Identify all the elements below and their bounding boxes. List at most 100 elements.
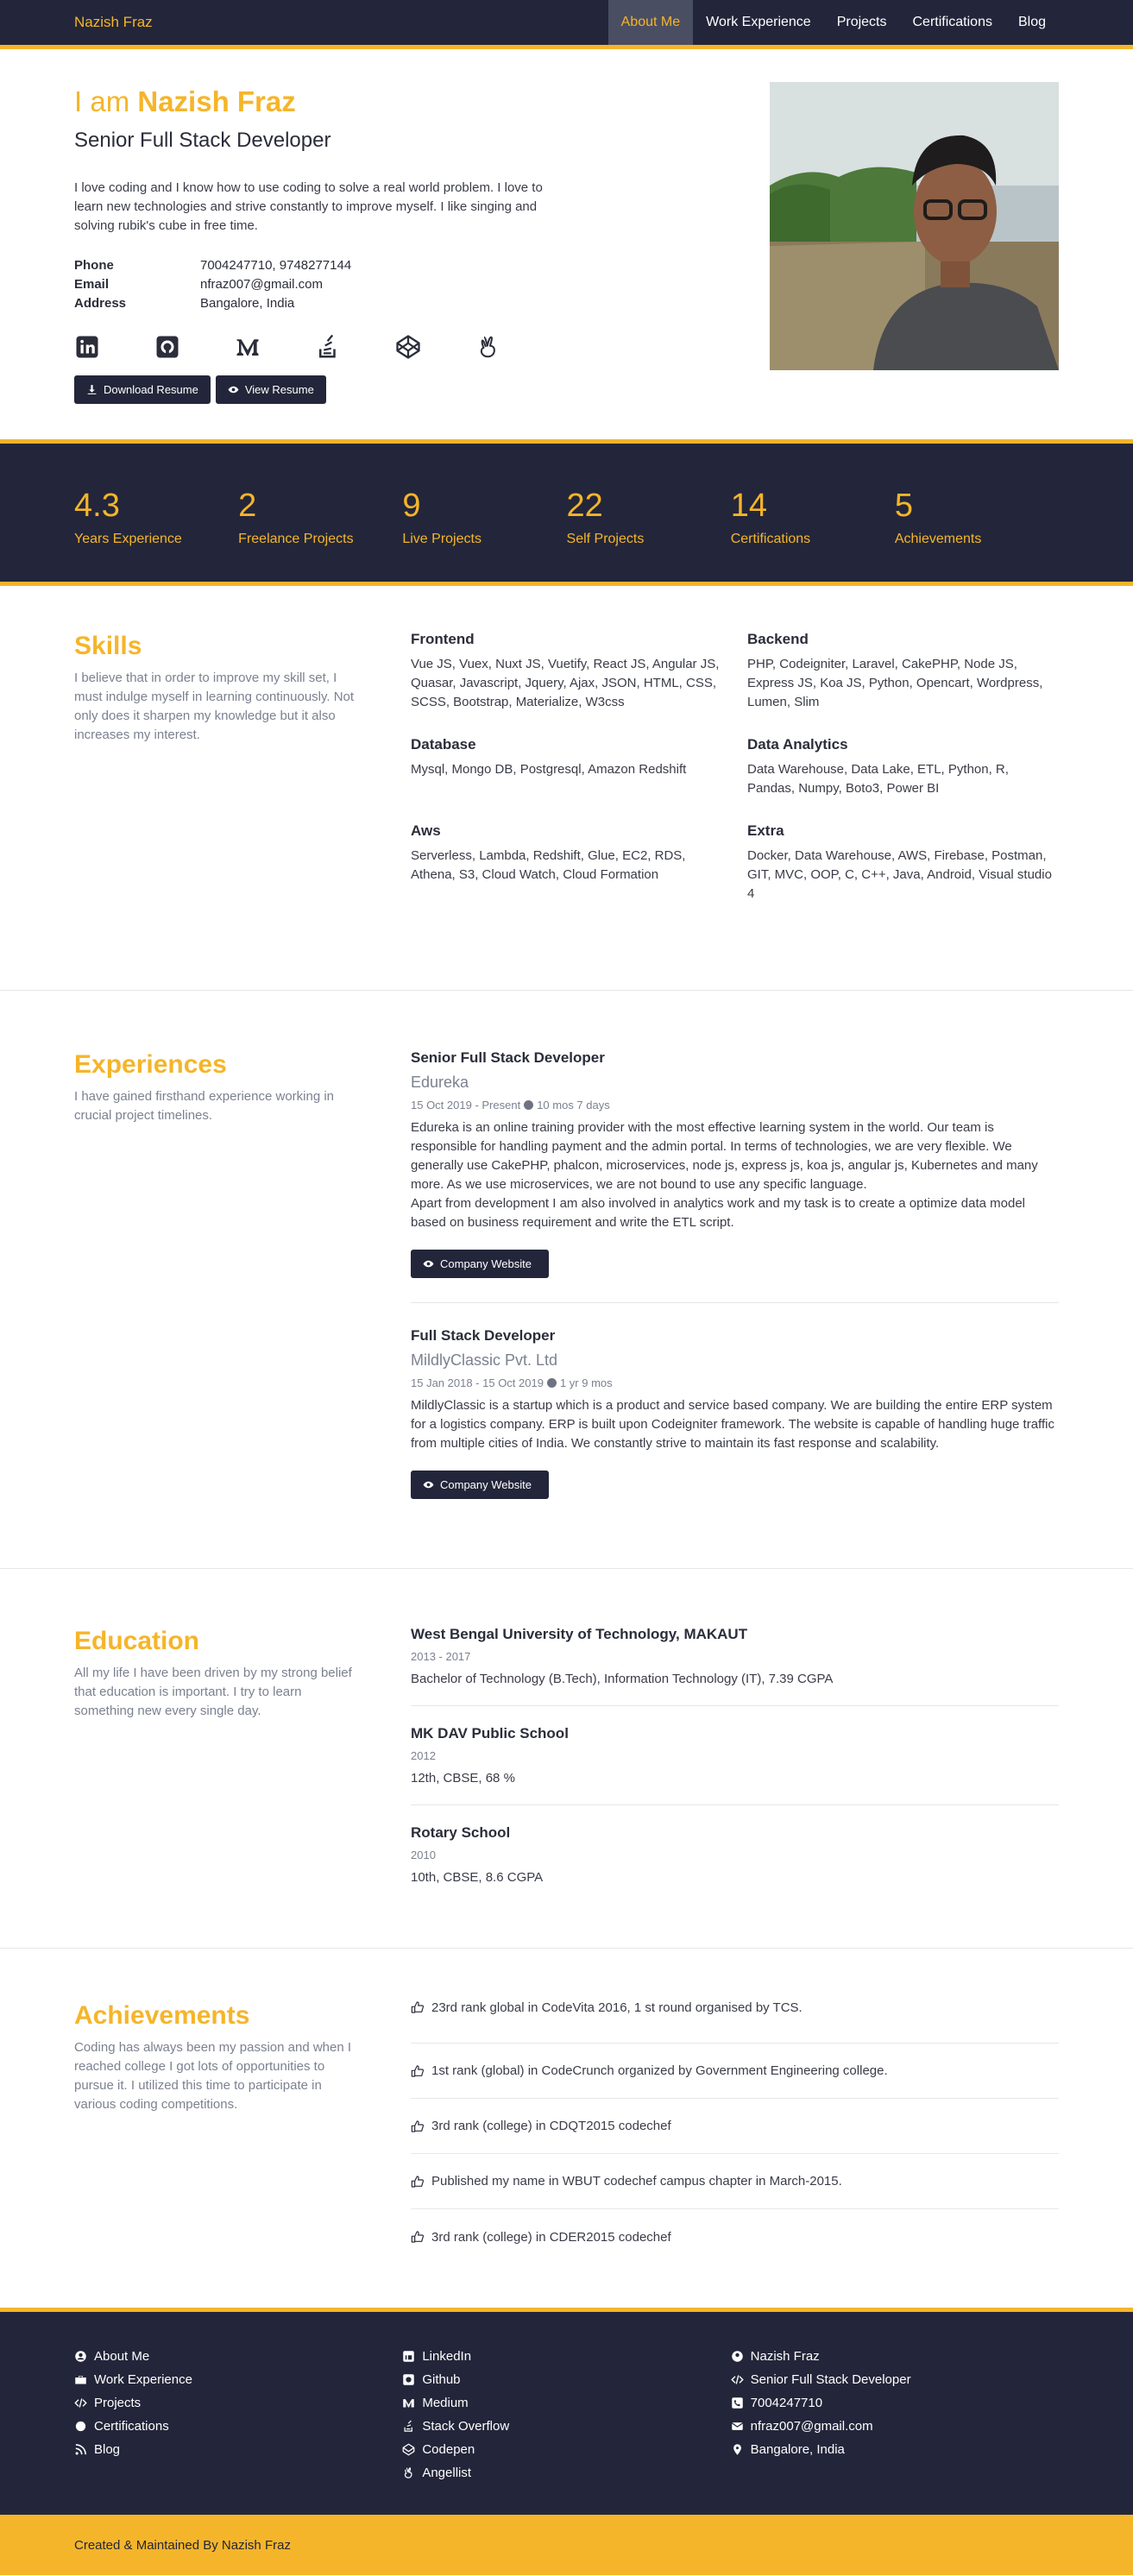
- school-name: West Bengal University of Technology, MA…: [411, 1626, 748, 1642]
- skills-section: Skills I believe that in order to improv…: [0, 586, 1133, 991]
- section-title: Skills: [74, 632, 142, 660]
- address-label: Address: [74, 296, 127, 311]
- footer-link-certifications[interactable]: Certifications: [74, 2415, 402, 2438]
- stat-label: Self Projects: [566, 532, 645, 546]
- achievement-item: Published my name in WBUT codechef campu…: [411, 2154, 1059, 2209]
- skill-list: Mysql, Mongo DB, Postgresql, Amazon Reds…: [411, 762, 687, 777]
- experience-description: Edureka is an online training provider w…: [411, 1120, 1038, 1192]
- stat-freelance: 2 Freelance Projects: [238, 487, 402, 547]
- education-degree: 10th, CBSE, 8.6 CGPA: [411, 1870, 544, 1885]
- stat-certifications: 14 Certifications: [731, 487, 895, 547]
- stat-label: Years Experience: [74, 532, 182, 546]
- education-item: MK DAV Public School 2012 12th, CBSE, 68 %: [411, 1725, 1059, 1805]
- hero-section: I am Nazish Fraz Senior Full Stack Devel…: [0, 49, 1133, 439]
- angellist-icon[interactable]: [475, 334, 501, 360]
- footer-text: 7004247710: [750, 2396, 823, 2410]
- footer-link-about[interactable]: About Me: [74, 2345, 402, 2368]
- achievement-text: 1st rank (global) in CodeCrunch organize…: [431, 2063, 888, 2078]
- nav-work-experience[interactable]: Work Experience: [693, 0, 824, 45]
- footer-link-projects[interactable]: Projects: [74, 2391, 402, 2415]
- linkedin-icon[interactable]: [74, 334, 100, 360]
- footer-title: Senior Full Stack Developer: [730, 2368, 1059, 2391]
- hand-pointing-icon: [411, 2175, 425, 2188]
- stackoverflow-icon[interactable]: [315, 334, 341, 360]
- briefcase-icon: [75, 2376, 86, 2384]
- footer-email[interactable]: nfraz007@gmail.com: [731, 2415, 1059, 2438]
- education-item: Rotary School 2010 10th, CBSE, 8.6 CGPA: [411, 1824, 1059, 1904]
- github-icon[interactable]: [154, 334, 180, 360]
- footer-phone[interactable]: 7004247710: [731, 2391, 1059, 2415]
- footer-text: Nazish Fraz: [750, 2349, 820, 2364]
- footer-link-work[interactable]: Work Experience: [74, 2368, 402, 2391]
- footer-link-label: Blog: [94, 2442, 121, 2457]
- skill-list: Data Warehouse, Data Lake, ETL, Python, …: [747, 762, 1009, 796]
- stat-experience: 4.3 Years Experience: [74, 487, 238, 547]
- section-description: I have gained firsthand experience worki…: [74, 1089, 335, 1123]
- phone-label: Phone: [74, 258, 114, 273]
- footer-name: Nazish Fraz: [731, 2345, 1059, 2368]
- footer-link-github[interactable]: Github: [402, 2368, 730, 2391]
- nav-blog[interactable]: Blog: [1005, 0, 1059, 45]
- footer-address: Bangalore, India: [731, 2438, 1059, 2461]
- section-title: Experiences: [74, 1050, 227, 1079]
- stat-number: 4.3: [74, 488, 120, 524]
- footer-link-label: Certifications: [94, 2419, 169, 2434]
- footer-link-linkedin[interactable]: LinkedIn: [402, 2345, 730, 2368]
- education-item: West Bengal University of Technology, MA…: [411, 1626, 1059, 1706]
- experience-description-extra: Apart from development I am also involve…: [411, 1196, 1025, 1230]
- dot-icon: [524, 1100, 534, 1110]
- section-description: I believe that in order to improve my sk…: [74, 671, 355, 742]
- download-label: Download Resume: [104, 383, 198, 396]
- codepen-icon[interactable]: [395, 334, 421, 360]
- experience-duration: 1 yr 9 mos: [559, 1376, 613, 1389]
- experience-item: Full Stack Developer MildlyClassic Pvt. …: [411, 1327, 1059, 1523]
- navbar: Nazish Fraz About Me Work Experience Pro…: [0, 0, 1133, 49]
- footer-link-label: Stack Overflow: [422, 2419, 510, 2434]
- stat-live-projects: 9 Live Projects: [402, 487, 566, 547]
- footer-link-medium[interactable]: Medium: [402, 2391, 730, 2415]
- footer-text: Bangalore, India: [750, 2442, 845, 2457]
- nav-projects[interactable]: Projects: [824, 0, 900, 45]
- hand-pointing-icon: [411, 2119, 425, 2132]
- company-website-button[interactable]: Company Website: [411, 1471, 549, 1499]
- stat-label: Certifications: [730, 532, 811, 546]
- skill-name: Frontend: [411, 631, 475, 647]
- footer: About Me Work Experience Projects Certif…: [0, 2308, 1133, 2515]
- footer-link-blog[interactable]: Blog: [74, 2438, 402, 2461]
- skill-list: Serverless, Lambda, Redshift, Glue, EC2,…: [411, 848, 686, 882]
- phone-icon: [731, 2397, 743, 2409]
- credit-text: Created & Maintained By Nazish Fraz: [74, 2537, 291, 2553]
- education-section: Education All my life I have been driven…: [0, 1569, 1133, 1949]
- certificate-icon: [75, 2421, 86, 2432]
- experiences-section: Experiences I have gained firsthand expe…: [0, 991, 1133, 1569]
- footer-link-angellist[interactable]: Angellist: [402, 2461, 730, 2485]
- footer-nav-column: About Me Work Experience Projects Certif…: [74, 2345, 402, 2485]
- footer-link-label: Medium: [422, 2396, 469, 2410]
- experience-dates: 15 Jan 2018 - 15 Oct 2019 1 yr 9 mos: [411, 1376, 1059, 1389]
- achievement-item: 1st rank (global) in CodeCrunch organize…: [411, 2044, 1059, 2099]
- linkedin-icon: [403, 2351, 415, 2362]
- section-title: Education: [74, 1627, 200, 1655]
- stat-number: 5: [894, 488, 913, 524]
- download-resume-button[interactable]: Download Resume: [74, 375, 211, 404]
- nav-about-me[interactable]: About Me: [607, 0, 694, 45]
- footer-link-codepen[interactable]: Codepen: [402, 2438, 730, 2461]
- stat-number: 9: [402, 488, 421, 524]
- achievement-item: 3rd rank (college) in CDQT2015 codechef: [411, 2099, 1059, 2154]
- medium-icon[interactable]: [235, 334, 261, 360]
- hero-bio: I love coding and I know how to use codi…: [74, 180, 543, 233]
- skill-name: Extra: [747, 822, 784, 839]
- stat-achievements: 5 Achievements: [895, 487, 1059, 547]
- experience-company: MildlyClassic Pvt. Ltd: [411, 1351, 558, 1369]
- section-description: Coding has always been my passion and wh…: [74, 2040, 352, 2112]
- company-website-button[interactable]: Company Website: [411, 1250, 549, 1278]
- brand-logo[interactable]: Nazish Fraz: [74, 14, 153, 31]
- experience-duration: 10 mos 7 days: [537, 1099, 610, 1112]
- footer-link-stackoverflow[interactable]: Stack Overflow: [402, 2415, 730, 2438]
- eye-icon: [423, 1481, 434, 1489]
- nav-links: About Me Work Experience Projects Certif…: [607, 0, 1059, 45]
- nav-certifications[interactable]: Certifications: [899, 0, 1004, 45]
- view-resume-button[interactable]: View Resume: [215, 375, 326, 404]
- footer-link-label: Projects: [94, 2396, 142, 2410]
- email-label: Email: [74, 277, 110, 292]
